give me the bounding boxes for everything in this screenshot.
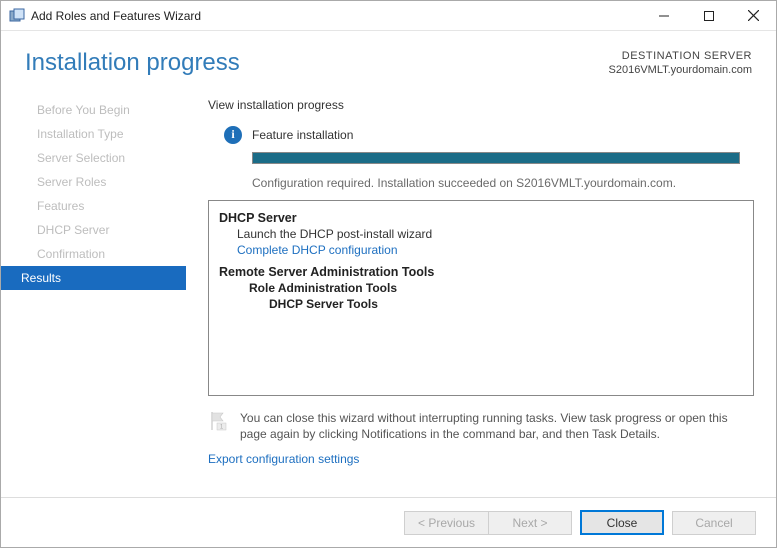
previous-button: < Previous [404,511,488,535]
minimize-button[interactable] [641,1,686,30]
note-row: 1 You can close this wizard without inte… [208,410,754,442]
sidebar: Before You Begin Installation Type Serve… [1,92,186,497]
destination-info: DESTINATION SERVER S2016VMLT.yourdomain.… [609,49,752,78]
page-title: Installation progress [25,49,609,77]
header-row: Installation progress DESTINATION SERVER… [1,31,776,84]
close-button[interactable]: Close [580,510,664,535]
sidebar-item-features: Features [1,194,186,218]
cancel-button: Cancel [672,511,756,535]
sidebar-item-results[interactable]: Results [1,266,186,290]
details-dhcp-server-tools: DHCP Server Tools [219,297,743,311]
details-role-admin-tools: Role Administration Tools [219,281,743,295]
wizard-window: Add Roles and Features Wizard Installati… [0,0,777,548]
nav-button-group: < Previous Next > [404,511,572,535]
sidebar-item-confirmation: Confirmation [1,242,186,266]
feature-installation-line: i Feature installation [224,126,756,144]
info-icon: i [224,126,242,144]
sidebar-item-before-you-begin: Before You Begin [1,98,186,122]
footer: < Previous Next > Close Cancel [1,497,776,547]
feature-installation-text: Feature installation [252,128,353,142]
export-config-link[interactable]: Export configuration settings [208,452,756,466]
content-area: View installation progress i Feature ins… [186,92,776,497]
details-group-rsat: Remote Server Administration Tools [219,265,743,279]
details-group-dhcp: DHCP Server [219,211,743,225]
close-window-button[interactable] [731,1,776,30]
complete-dhcp-config-link[interactable]: Complete DHCP configuration [219,243,743,257]
details-box: DHCP Server Launch the DHCP post-install… [208,200,754,396]
next-button: Next > [488,511,572,535]
wizard-body: Installation progress DESTINATION SERVER… [1,31,776,547]
progress-bar [252,152,740,164]
sidebar-item-server-selection: Server Selection [1,146,186,170]
sidebar-item-installation-type: Installation Type [1,122,186,146]
main-row: Before You Begin Installation Type Serve… [1,84,776,497]
destination-server: S2016VMLT.yourdomain.com [609,63,752,77]
flag-notification-icon: 1 [208,410,230,432]
maximize-button[interactable] [686,1,731,30]
app-icon [9,8,25,24]
sidebar-item-dhcp-server: DHCP Server [1,218,186,242]
note-text: You can close this wizard without interr… [240,410,754,442]
window-title: Add Roles and Features Wizard [31,9,201,23]
titlebar: Add Roles and Features Wizard [1,1,776,31]
progress-bar-wrap [252,152,740,164]
status-text: Configuration required. Installation suc… [252,176,740,190]
sidebar-item-server-roles: Server Roles [1,170,186,194]
destination-label: DESTINATION SERVER [609,49,752,63]
details-dhcp-launch: Launch the DHCP post-install wizard [219,227,743,241]
view-progress-label: View installation progress [208,98,756,112]
